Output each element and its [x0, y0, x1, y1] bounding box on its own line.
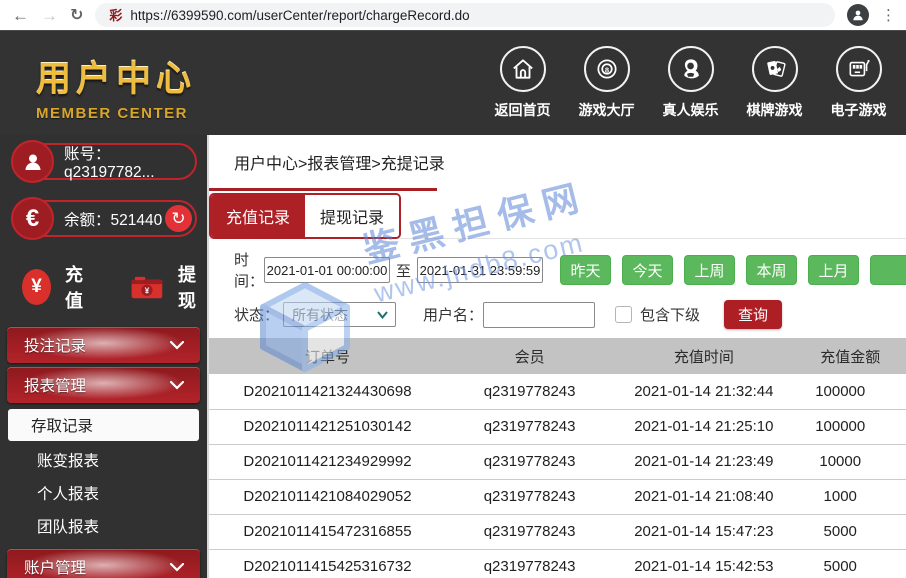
column-charge-time: 充值时间	[613, 338, 794, 374]
slot-machine-icon	[836, 46, 882, 92]
main-content: 用户中心>报表管理>充提记录 充值记录 提现记录 时间： 至 昨天 今天	[207, 135, 906, 578]
browser-menu-icon[interactable]: ⋮	[881, 6, 896, 24]
username-label: 用户名：	[423, 304, 483, 325]
tab-strip: 充值记录 提现记录	[209, 191, 906, 239]
time-label: 时间：	[234, 249, 264, 291]
tab-withdraw-records[interactable]: 提现记录	[305, 195, 399, 237]
status-label: 状态：	[234, 304, 279, 325]
sidebar-item-deposit-records[interactable]: 存取记录	[8, 409, 199, 441]
billiards-icon: 8	[584, 46, 630, 92]
reload-icon[interactable]: ↻	[70, 5, 83, 25]
table-row: D2021011421084029052 q2319778243 2021-01…	[209, 479, 906, 514]
user-icon	[11, 140, 54, 183]
last-month-button[interactable]: 上月	[808, 255, 859, 285]
live-dealer-icon	[668, 46, 714, 92]
table-row: D2021011421234929992 q2319778243 2021-01…	[209, 444, 906, 479]
tab-charge-records[interactable]: 充值记录	[211, 195, 305, 237]
site-nav: 返回首页 8 游戏大厅 真人娱乐	[483, 46, 898, 120]
wallet-icon: ¥	[130, 271, 164, 303]
address-bar[interactable]: 彩 https://6399590.com/userCenter/report/…	[95, 3, 835, 27]
sidebar-item-report-mgmt[interactable]: 报表管理	[7, 367, 200, 403]
last-week-button[interactable]: 上周	[684, 255, 735, 285]
site-favicon-icon: 彩	[109, 9, 122, 22]
url-text: https://6399590.com/userCenter/report/ch…	[130, 8, 469, 23]
account-pill: 账号：q23197782...	[12, 143, 197, 180]
wallet-actions: ¥ 充值 ¥ 提现	[22, 261, 207, 313]
column-member: 会员	[446, 338, 613, 374]
time-from-input[interactable]	[264, 257, 390, 283]
table-header-row: 订单号 会员 充值时间 充值金额	[209, 338, 906, 374]
refresh-balance-icon[interactable]: ↻	[165, 205, 192, 232]
column-order-no: 订单号	[209, 338, 446, 374]
account-label: 账号：q23197782...	[64, 142, 195, 182]
home-icon	[500, 46, 546, 92]
charge-records-table: 订单号 会员 充值时间 充值金额 D2021011421324430698 q2…	[209, 338, 906, 578]
chevron-down-icon	[170, 381, 184, 390]
site-header: 用户中心 MEMBER CENTER 返回首页 8 游戏大厅	[0, 30, 906, 135]
table-row: D2021011415472316855 q2319778243 2021-01…	[209, 514, 906, 549]
nav-item-board-games[interactable]: 棋牌游戏	[735, 46, 814, 120]
quick-range-buttons: 昨天 今天 上周 本周 上月	[560, 255, 906, 285]
back-icon[interactable]: ←	[12, 7, 29, 24]
breadcrumb: 用户中心>报表管理>充提记录	[209, 135, 906, 174]
quick-range-button-partial[interactable]	[870, 255, 906, 285]
yen-icon: ¥	[22, 269, 51, 305]
select-caret-icon	[377, 311, 388, 319]
this-week-button[interactable]: 本周	[746, 255, 797, 285]
sidebar-item-bet-records[interactable]: 投注记录	[7, 327, 200, 363]
sidebar-item-account-mgmt[interactable]: 账户管理	[7, 549, 200, 578]
yesterday-button[interactable]: 昨天	[560, 255, 611, 285]
coin-icon: €	[11, 197, 54, 240]
username-input[interactable]	[483, 302, 595, 328]
deposit-button[interactable]: 充值	[65, 261, 94, 313]
balance-label: 余额：521440	[64, 208, 162, 230]
nav-item-slots[interactable]: 电子游戏	[819, 46, 898, 120]
chevron-down-icon	[170, 341, 184, 350]
to-label: 至	[396, 260, 411, 281]
cards-icon	[752, 46, 798, 92]
forward-icon[interactable]: →	[41, 7, 58, 24]
include-subordinates-label: 包含下级	[640, 304, 700, 325]
balance-pill: € 余额：521440 ↻	[12, 200, 197, 237]
nav-item-lobby[interactable]: 8 游戏大厅	[567, 46, 646, 120]
sidebar-item-personal-report[interactable]: 个人报表	[7, 476, 200, 509]
column-charge-amount: 充值金额	[794, 338, 906, 374]
include-subordinates-checkbox[interactable]	[615, 306, 632, 323]
nav-item-live[interactable]: 真人娱乐	[651, 46, 730, 120]
nav-item-home[interactable]: 返回首页	[483, 46, 562, 120]
search-button[interactable]: 查询	[724, 300, 782, 329]
table-row: D2021011415425316732 q2319778243 2021-01…	[209, 549, 906, 578]
browser-profile-icon[interactable]	[847, 4, 869, 26]
chevron-down-icon	[170, 563, 184, 572]
page: 用户中心 MEMBER CENTER 返回首页 8 游戏大厅	[0, 30, 906, 578]
status-select[interactable]: 所有状态	[283, 302, 396, 327]
today-button[interactable]: 今天	[622, 255, 673, 285]
svg-text:¥: ¥	[145, 286, 150, 295]
logo-subtitle: MEMBER CENTER	[36, 105, 196, 122]
site-logo: 用户中心 MEMBER CENTER	[36, 51, 196, 122]
sidebar: 账号：q23197782... € 余额：521440 ↻ ¥ 充值 ¥ 提现 …	[0, 135, 207, 578]
sidebar-item-account-change-report[interactable]: 账变报表	[7, 443, 200, 476]
logo-title: 用户中心	[36, 51, 196, 102]
sidebar-menu: 投注记录 报表管理 存取记录 账变报表 个人报表 团队报表	[0, 327, 207, 578]
svg-text:8: 8	[604, 65, 608, 74]
sidebar-item-team-report[interactable]: 团队报表	[7, 509, 200, 542]
table-row: D2021011421324430698 q2319778243 2021-01…	[209, 374, 906, 409]
app-window: ← → ↻ 彩 https://6399590.com/userCenter/r…	[0, 0, 906, 578]
filter-panel: 时间： 至 昨天 今天 上周 本周 上月 状态：	[209, 239, 906, 329]
time-to-input[interactable]	[417, 257, 543, 283]
browser-bar: ← → ↻ 彩 https://6399590.com/userCenter/r…	[0, 0, 906, 30]
table-row: D2021011421251030142 q2319778243 2021-01…	[209, 409, 906, 444]
withdraw-button[interactable]: 提现	[178, 261, 207, 313]
